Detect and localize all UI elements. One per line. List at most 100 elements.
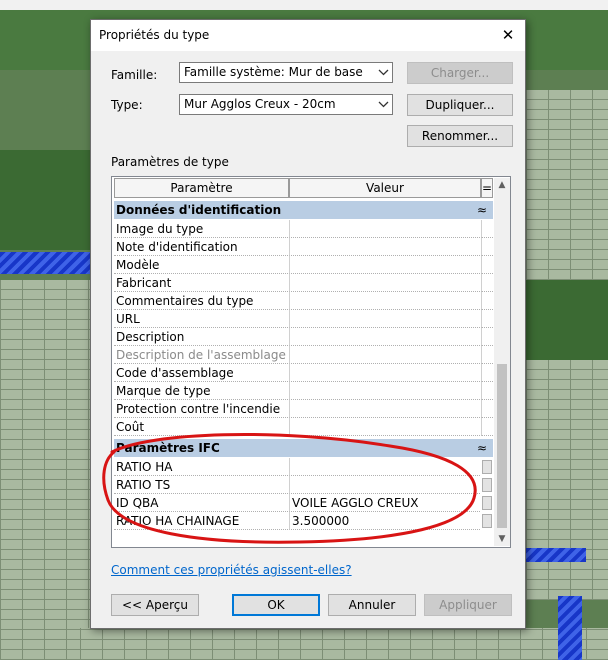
param-value[interactable] <box>289 382 480 400</box>
param-name: RATIO HA <box>114 458 288 476</box>
chevron-down-icon <box>375 95 392 114</box>
formula-cell <box>481 328 493 346</box>
param-row[interactable]: RATIO HA <box>114 458 493 476</box>
param-value[interactable] <box>289 400 480 418</box>
param-name: Description de l'assemblage <box>114 346 288 364</box>
param-value[interactable] <box>289 418 480 436</box>
param-value[interactable] <box>289 292 480 310</box>
column-header-formula[interactable]: = <box>481 178 493 198</box>
param-name: RATIO HA CHAINAGE <box>114 512 288 530</box>
rename-button[interactable]: Renommer... <box>407 125 513 147</box>
param-row[interactable]: RATIO HA CHAINAGE 3.500000 <box>114 512 493 530</box>
param-name: Coût <box>114 418 288 436</box>
formula-cell <box>481 400 493 418</box>
param-name: URL <box>114 310 288 328</box>
formula-cell <box>481 274 493 292</box>
param-name: Description <box>114 328 288 346</box>
close-icon[interactable]: ✕ <box>497 24 519 46</box>
collapse-icon[interactable]: ≈ <box>477 439 487 457</box>
param-row[interactable]: Marque de type <box>114 382 493 400</box>
param-name: Modèle <box>114 256 288 274</box>
param-row[interactable]: Description <box>114 328 493 346</box>
param-value[interactable] <box>289 458 480 476</box>
param-name: Code d'assemblage <box>114 364 288 382</box>
formula-cell <box>481 238 493 256</box>
param-row[interactable]: Coût <box>114 418 493 436</box>
cancel-button[interactable]: Annuler <box>328 594 416 616</box>
formula-cell <box>481 220 493 238</box>
help-link[interactable]: Comment ces propriétés agissent-elles? <box>111 563 352 577</box>
type-parameters-label: Paramètres de type <box>111 155 229 169</box>
param-name: Image du type <box>114 220 288 238</box>
apply-button[interactable]: Appliquer <box>424 594 512 616</box>
brick-wall-left <box>0 280 90 660</box>
duplicate-button[interactable]: Dupliquer... <box>407 94 513 116</box>
collapse-icon[interactable]: ≈ <box>477 201 487 219</box>
param-value[interactable]: 3.500000 <box>289 512 480 530</box>
formula-button[interactable] <box>482 496 492 510</box>
dialog-title: Propriétés du type <box>99 28 210 42</box>
param-value[interactable]: VOILE AGGLO CREUX <box>289 494 480 512</box>
param-row[interactable]: URL <box>114 310 493 328</box>
brick-wall-right-top <box>526 90 608 280</box>
group-identification[interactable]: Données d'identification ≈ <box>114 201 493 219</box>
param-name: ID QBA <box>114 494 288 512</box>
brick-wall-bottom <box>80 628 608 660</box>
param-row[interactable]: Fabricant <box>114 274 493 292</box>
dialog-titlebar: Propriétés du type ✕ <box>91 20 525 51</box>
family-dropdown[interactable]: Famille système: Mur de base <box>179 62 393 83</box>
formula-cell <box>481 310 493 328</box>
blue-beam-right <box>526 548 586 562</box>
grid-scrollbar[interactable]: ▲ ▼ <box>494 178 510 546</box>
formula-button[interactable] <box>482 460 492 474</box>
scroll-up-icon[interactable]: ▲ <box>494 178 510 192</box>
param-value[interactable] <box>289 364 480 382</box>
param-row[interactable]: Modèle <box>114 256 493 274</box>
formula-button[interactable] <box>482 478 492 492</box>
param-name: Fabricant <box>114 274 288 292</box>
ok-button[interactable]: OK <box>232 594 320 616</box>
param-name: Commentaires du type <box>114 292 288 310</box>
param-value[interactable] <box>289 238 480 256</box>
formula-button[interactable] <box>482 514 492 528</box>
param-row[interactable]: RATIO TS <box>114 476 493 494</box>
param-row[interactable]: Note d'identification <box>114 238 493 256</box>
slab-right <box>526 280 608 360</box>
param-value[interactable] <box>289 310 480 328</box>
param-row[interactable]: Code d'assemblage <box>114 364 493 382</box>
column-header-value[interactable]: Valeur <box>289 178 481 198</box>
scrollbar-thumb[interactable] <box>497 364 507 528</box>
scroll-down-icon[interactable]: ▼ <box>494 532 510 546</box>
family-label: Famille: <box>111 68 158 82</box>
param-value[interactable] <box>289 328 480 346</box>
type-parameters-grid: Paramètre Valeur = Données d'identificat… <box>111 176 511 548</box>
param-value[interactable] <box>289 220 480 238</box>
slab-left <box>0 150 90 250</box>
preview-button[interactable]: << Aperçu <box>111 594 199 616</box>
param-row[interactable]: Image du type <box>114 220 493 238</box>
brick-wall-right-bottom <box>526 360 608 600</box>
load-button[interactable]: Charger... <box>407 62 513 84</box>
param-value <box>289 346 480 364</box>
family-dropdown-value: Famille système: Mur de base <box>184 65 363 79</box>
group-ifc-parameters[interactable]: Paramètres IFC ≈ <box>114 439 493 457</box>
formula-cell <box>481 382 493 400</box>
param-value[interactable] <box>289 256 480 274</box>
type-dropdown-value: Mur Agglos Creux - 20cm <box>184 97 336 111</box>
chevron-down-icon <box>375 63 392 82</box>
formula-cell <box>481 364 493 382</box>
param-name: Note d'identification <box>114 238 288 256</box>
type-dropdown[interactable]: Mur Agglos Creux - 20cm <box>179 94 393 115</box>
group-ifc-title: Paramètres IFC <box>116 441 220 455</box>
param-value[interactable] <box>289 476 480 494</box>
viewport-top-strip <box>0 0 608 10</box>
param-value[interactable] <box>289 274 480 292</box>
formula-cell <box>481 292 493 310</box>
type-properties-dialog: Propriétés du type ✕ Famille: Famille sy… <box>90 19 526 629</box>
column-header-parameter[interactable]: Paramètre <box>114 178 289 198</box>
param-row[interactable]: Commentaires du type <box>114 292 493 310</box>
formula-cell <box>481 418 493 436</box>
param-row[interactable]: ID QBA VOILE AGGLO CREUX <box>114 494 493 512</box>
param-row[interactable]: Protection contre l'incendie <box>114 400 493 418</box>
param-name: RATIO TS <box>114 476 288 494</box>
